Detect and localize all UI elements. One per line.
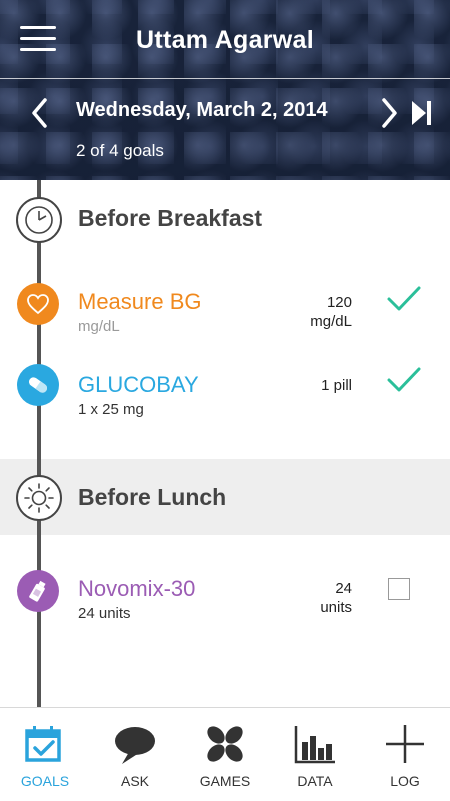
nav-label-goals: GOALS [20,773,70,789]
calendar-check-icon [23,722,67,766]
chevron-right-icon[interactable] [377,96,401,130]
sun-icon [16,475,62,521]
amount-unit: mg/dL [310,313,352,330]
date-navigator: Wednesday, March 2, 2014 [0,96,450,130]
chevron-left-icon[interactable] [28,96,52,130]
nav-label-log: LOG [390,773,420,789]
nav-log[interactable]: LOG [360,708,450,801]
plus-icon [383,722,427,766]
goal-sub-measure-bg: mg/dL [78,318,120,335]
amount-value: 24 [335,580,352,597]
section-title-before-breakfast: Before Breakfast [78,205,263,231]
bottom-navigation: GOALS ASK GAMES DATA LOG [0,707,450,801]
check-icon[interactable] [386,284,422,314]
amount-value: 120 [326,294,352,311]
nav-data[interactable]: DATA [270,708,360,801]
pill-icon [17,364,59,406]
goal-name-glucobay[interactable]: GLUCOBAY [78,372,199,398]
timeline-line [37,180,41,707]
nav-games[interactable]: GAMES [180,708,270,801]
header-divider [0,78,450,79]
nav-label-ask: ASK [120,773,149,789]
nav-label-games: GAMES [199,773,251,789]
clover-icon [203,722,247,766]
goal-checkbox-novomix-30[interactable] [388,578,410,600]
nav-goals[interactable]: GOALS [0,708,90,801]
goal-sub-glucobay: 1 x 25 mg [78,401,144,418]
section-title-before-lunch: Before Lunch [78,484,227,510]
current-date: Wednesday, March 2, 2014 [76,99,328,121]
user-name: Uttam Agarwal [135,26,314,54]
check-icon[interactable] [386,365,422,395]
bar-chart-icon [293,722,337,766]
clock-icon [16,197,62,243]
goal-amount-glucobay: 1 pill [321,376,352,395]
nav-label-data: DATA [297,773,333,789]
nav-ask[interactable]: ASK [90,708,180,801]
goal-amount-measure-bg: 120 mg/dL [310,293,352,331]
amount-unit: units [320,599,352,616]
goals-summary: 2 of 4 goals [76,141,164,160]
goal-name-measure-bg[interactable]: Measure BG [78,289,202,315]
heart-icon [17,283,59,325]
vial-icon [17,570,59,612]
header-banner: Uttam Agarwal Wednesday, March 2, 2014 2… [0,0,450,180]
amount-value: 1 pill [321,377,352,394]
play-forward-icon[interactable] [408,96,432,130]
goal-amount-novomix-30: 24 units [320,579,352,617]
goal-name-novomix-30[interactable]: Novomix-30 [78,576,195,602]
goal-sub-novomix-30: 24 units [78,605,131,622]
speech-bubble-icon [113,722,157,766]
